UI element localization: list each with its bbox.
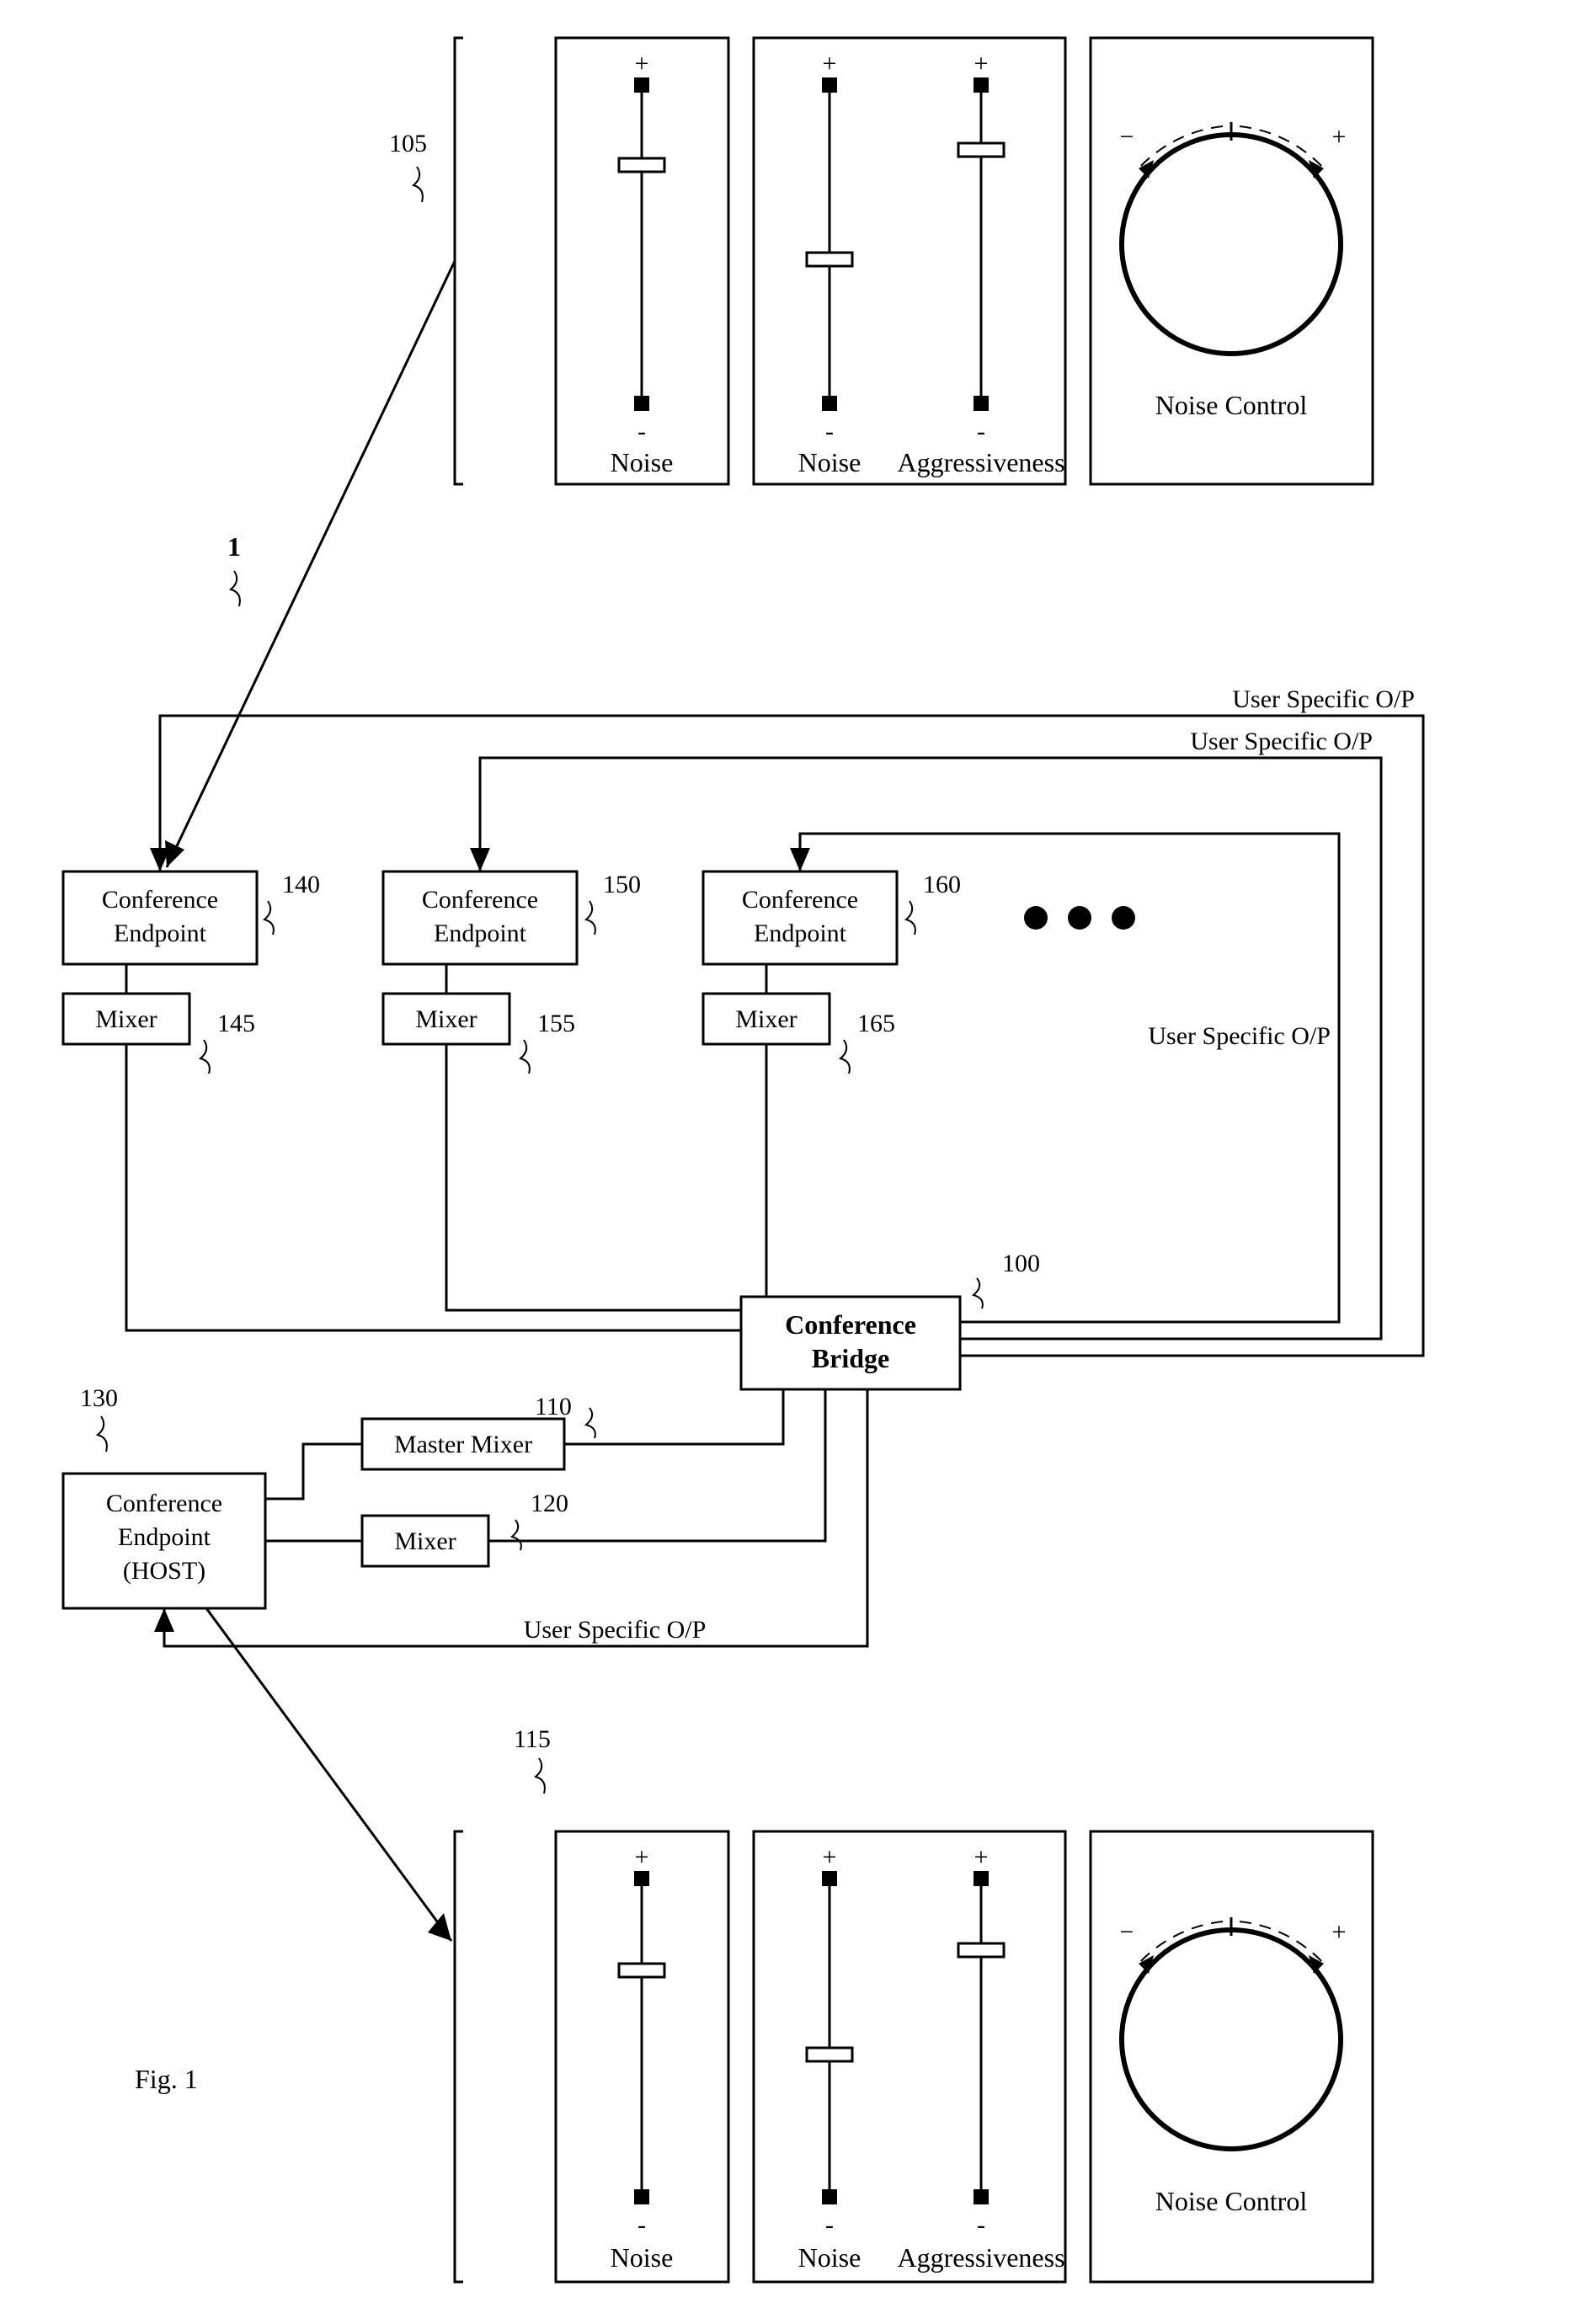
ellipsis-icon bbox=[1024, 906, 1135, 930]
figure-label: Fig. 1 bbox=[135, 2064, 198, 2094]
knob[interactable] bbox=[1122, 135, 1341, 354]
ref-system: 1 bbox=[227, 531, 241, 562]
svg-text:User Specific O/P: User Specific O/P bbox=[1148, 1022, 1331, 1050]
bottom-panel-1: + - Noise bbox=[556, 1831, 728, 2282]
svg-text:(HOST): (HOST) bbox=[123, 1557, 205, 1585]
svg-text:Endpoint: Endpoint bbox=[434, 919, 527, 947]
endpoint-3-group: Conference Endpoint Mixer 160 165 bbox=[703, 871, 961, 1074]
slider-thumb-aggr[interactable] bbox=[958, 143, 1004, 157]
bottom-panel-2: + - Noise + - Aggressiveness bbox=[754, 1831, 1065, 2282]
svg-text:100: 100 bbox=[1002, 1250, 1040, 1277]
arrow-host-to-bottom-panel bbox=[206, 1608, 451, 1941]
svg-text:Noise: Noise bbox=[611, 2242, 674, 2273]
svg-text:+: + bbox=[1332, 123, 1347, 151]
svg-text:130: 130 bbox=[80, 1384, 118, 1412]
slider-bottom-cap bbox=[634, 396, 649, 411]
svg-text:Mixer: Mixer bbox=[95, 1005, 157, 1033]
svg-text:Endpoint: Endpoint bbox=[754, 919, 847, 947]
knob[interactable] bbox=[1122, 1930, 1341, 2149]
svg-text:Conference: Conference bbox=[785, 1309, 916, 1340]
svg-text:Mixer: Mixer bbox=[394, 1527, 456, 1555]
ref-115: 115 bbox=[514, 1725, 551, 1753]
svg-text:User Specific O/P: User Specific O/P bbox=[1232, 685, 1415, 713]
svg-text:120: 120 bbox=[531, 1490, 568, 1517]
svg-text:Aggressiveness: Aggressiveness bbox=[897, 2242, 1064, 2273]
svg-text:+: + bbox=[823, 1843, 837, 1871]
svg-text:Endpoint: Endpoint bbox=[114, 919, 207, 947]
plus-label: + bbox=[635, 50, 649, 77]
svg-text:Mixer: Mixer bbox=[735, 1005, 797, 1033]
noise-label: Noise bbox=[611, 447, 674, 477]
svg-text:−: − bbox=[1120, 1918, 1134, 1946]
slider-thumb[interactable] bbox=[958, 1943, 1004, 1957]
svg-text:Aggressiveness: Aggressiveness bbox=[897, 447, 1064, 477]
slider-thumb-noise-2[interactable] bbox=[807, 253, 852, 266]
top-panel-knob: − + Noise Control bbox=[1091, 38, 1373, 484]
svg-text:-: - bbox=[977, 2211, 985, 2239]
svg-text:155: 155 bbox=[537, 1010, 575, 1037]
svg-text:Conference: Conference bbox=[742, 886, 858, 914]
svg-text:-: - bbox=[825, 2211, 834, 2239]
svg-text:Bridge: Bridge bbox=[812, 1343, 889, 1373]
svg-text:140: 140 bbox=[282, 871, 320, 898]
svg-text:+: + bbox=[974, 1843, 989, 1871]
svg-text:160: 160 bbox=[923, 871, 961, 898]
svg-text:Noise Control: Noise Control bbox=[1155, 2186, 1308, 2216]
svg-text:Noise: Noise bbox=[798, 2242, 862, 2273]
svg-text:−: − bbox=[1120, 123, 1134, 151]
figure-root: + - Noise + - Noise + - Aggressiveness bbox=[0, 0, 1579, 2324]
svg-text:Conference: Conference bbox=[102, 886, 218, 914]
svg-text:Conference: Conference bbox=[422, 886, 538, 914]
svg-text:+: + bbox=[635, 1843, 649, 1871]
slider-thumb-noise[interactable] bbox=[619, 158, 664, 172]
svg-text:-: - bbox=[825, 418, 834, 445]
top-panel-2: + - Noise + - Aggressiveness bbox=[754, 38, 1065, 484]
svg-text:Master Mixer: Master Mixer bbox=[394, 1431, 532, 1458]
svg-text:Conference: Conference bbox=[106, 1490, 222, 1517]
svg-text:+: + bbox=[1332, 1918, 1347, 1946]
slider-thumb[interactable] bbox=[807, 2048, 852, 2061]
svg-text:User Specific O/P: User Specific O/P bbox=[1190, 728, 1373, 755]
svg-text:-: - bbox=[637, 2211, 646, 2239]
top-bracket bbox=[455, 38, 463, 484]
arrow-panel-to-ep1 bbox=[167, 261, 455, 867]
minus-label: - bbox=[637, 418, 646, 445]
svg-text:Noise Control: Noise Control bbox=[1155, 390, 1308, 420]
bottom-bracket bbox=[455, 1831, 463, 2282]
svg-text:145: 145 bbox=[217, 1010, 255, 1037]
svg-text:User Specific O/P: User Specific O/P bbox=[524, 1616, 707, 1644]
slider-top-cap bbox=[634, 77, 649, 93]
svg-text:Noise: Noise bbox=[798, 447, 862, 477]
endpoint-2-group: Conference Endpoint Mixer 150 155 bbox=[383, 871, 641, 1074]
svg-text:Mixer: Mixer bbox=[415, 1005, 477, 1033]
svg-text:-: - bbox=[977, 418, 985, 445]
endpoint-1-group: Conference Endpoint Mixer 140 145 bbox=[63, 871, 320, 1074]
svg-text:150: 150 bbox=[603, 871, 641, 898]
svg-text:Endpoint: Endpoint bbox=[118, 1523, 211, 1551]
squig-110 bbox=[586, 1408, 595, 1438]
bottom-panel-knob: − + Noise Control bbox=[1091, 1831, 1373, 2282]
slider-thumb[interactable] bbox=[619, 1964, 664, 1977]
svg-text:165: 165 bbox=[857, 1010, 895, 1037]
ref-105: 105 bbox=[389, 130, 427, 157]
svg-text:+: + bbox=[823, 50, 837, 77]
top-panel-1: + - Noise bbox=[556, 38, 728, 484]
svg-text:+: + bbox=[974, 50, 989, 77]
svg-text:110: 110 bbox=[535, 1393, 572, 1421]
